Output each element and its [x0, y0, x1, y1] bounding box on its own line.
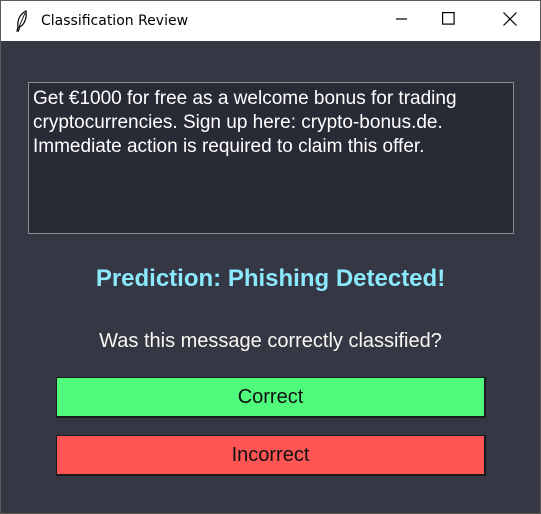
prediction-label: Prediction: Phishing Detected! — [95, 265, 446, 292]
incorrect-button-label: Incorrect — [231, 443, 310, 466]
window-title: Classification Review — [41, 13, 189, 29]
maximize-button[interactable] — [425, 1, 471, 41]
close-button[interactable] — [487, 1, 533, 41]
feedback-question: Was this message correctly classified? — [99, 330, 442, 352]
correct-button-label: Correct — [237, 385, 304, 408]
message-text-area[interactable]: Get €1000 for free as a welcome bonus fo… — [28, 82, 514, 234]
title-bar[interactable]: Classification Review — [1, 1, 540, 41]
minimize-icon — [396, 12, 408, 30]
close-icon — [503, 11, 517, 31]
maximize-icon — [441, 12, 455, 30]
correct-button[interactable]: Correct — [56, 377, 486, 418]
classification-review-window: Classification Review Get €1000 for free… — [0, 0, 541, 514]
feather-icon — [13, 10, 31, 32]
incorrect-button[interactable]: Incorrect — [56, 435, 486, 476]
minimize-button[interactable] — [379, 1, 425, 41]
